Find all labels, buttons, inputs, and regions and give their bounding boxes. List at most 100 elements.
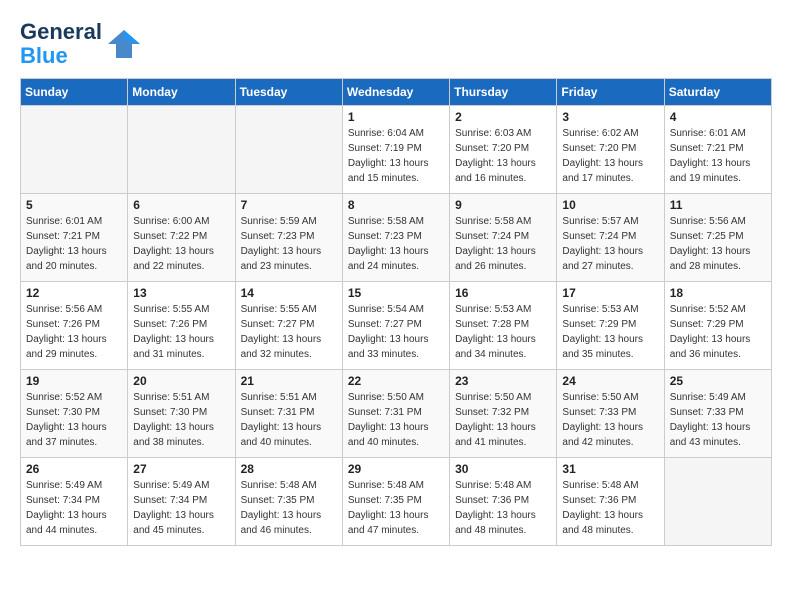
day-info: Sunrise: 5:52 AMSunset: 7:30 PMDaylight:… [26,390,122,450]
day-number: 26 [26,462,122,476]
calendar-cell: 2Sunrise: 6:03 AMSunset: 7:20 PMDaylight… [450,106,557,194]
day-number: 10 [562,198,658,212]
day-info: Sunrise: 5:59 AMSunset: 7:23 PMDaylight:… [241,214,337,274]
day-number: 27 [133,462,229,476]
header-row: SundayMondayTuesdayWednesdayThursdayFrid… [21,79,772,106]
day-number: 31 [562,462,658,476]
calendar-cell: 13 Sunrise: 5:55 AMSunset: 7:26 PMDayligh… [128,282,235,370]
day-number: 29 [348,462,444,476]
calendar-cell: 9 Sunrise: 5:58 AMSunset: 7:24 PMDaylight… [450,194,557,282]
logo-icon [106,26,142,62]
page-header: General Blue [20,20,772,68]
day-info: Sunrise: 5:49 AMSunset: 7:33 PMDaylight:… [670,390,766,450]
day-info: Sunrise: 5:52 AMSunset: 7:29 PMDaylight:… [670,302,766,362]
day-info: Sunrise: 6:04 AMSunset: 7:19 PMDaylight:… [348,126,444,186]
day-info: Sunrise: 5:55 AMSunset: 7:26 PMDaylight:… [133,302,229,362]
day-number: 18 [670,286,766,300]
day-info: Sunrise: 5:48 AMSunset: 7:35 PMDaylight:… [348,478,444,538]
day-info: Sunrise: 5:48 AMSunset: 7:36 PMDaylight:… [562,478,658,538]
day-header-saturday: Saturday [664,79,771,106]
day-info: Sunrise: 6:02 AMSunset: 7:20 PMDaylight:… [562,126,658,186]
day-header-monday: Monday [128,79,235,106]
day-number: 5 [26,198,122,212]
calendar-cell: 20 Sunrise: 5:51 AMSunset: 7:30 PMDayligh… [128,370,235,458]
day-number: 22 [348,374,444,388]
logo-text: General Blue [20,20,102,68]
week-row-4: 19 Sunrise: 5:52 AMSunset: 7:30 PMDayligh… [21,370,772,458]
day-number: 24 [562,374,658,388]
calendar-cell: 3Sunrise: 6:02 AMSunset: 7:20 PMDaylight… [557,106,664,194]
day-number: 17 [562,286,658,300]
day-info: Sunrise: 5:56 AMSunset: 7:26 PMDaylight:… [26,302,122,362]
day-number: 12 [26,286,122,300]
day-number: 8 [348,198,444,212]
day-info: Sunrise: 6:01 AMSunset: 7:21 PMDaylight:… [670,126,766,186]
day-number: 1 [348,110,444,124]
calendar-cell: 30 Sunrise: 5:48 AMSunset: 7:36 PMDayligh… [450,458,557,546]
calendar-cell: 16 Sunrise: 5:53 AMSunset: 7:28 PMDayligh… [450,282,557,370]
day-info: Sunrise: 5:51 AMSunset: 7:31 PMDaylight:… [241,390,337,450]
calendar-cell: 26 Sunrise: 5:49 AMSunset: 7:34 PMDayligh… [21,458,128,546]
calendar-cell: 11Sunrise: 5:56 AMSunset: 7:25 PMDayligh… [664,194,771,282]
day-header-sunday: Sunday [21,79,128,106]
day-number: 21 [241,374,337,388]
day-info: Sunrise: 6:01 AMSunset: 7:21 PMDaylight:… [26,214,122,274]
day-info: Sunrise: 5:49 AMSunset: 7:34 PMDaylight:… [133,478,229,538]
day-number: 16 [455,286,551,300]
calendar-cell: 5 Sunrise: 6:01 AMSunset: 7:21 PMDaylight… [21,194,128,282]
day-number: 23 [455,374,551,388]
calendar-cell: 8 Sunrise: 5:58 AMSunset: 7:23 PMDaylight… [342,194,449,282]
day-info: Sunrise: 5:56 AMSunset: 7:25 PMDaylight:… [670,214,766,274]
logo: General Blue [20,20,142,68]
calendar-cell: 17 Sunrise: 5:53 AMSunset: 7:29 PMDayligh… [557,282,664,370]
day-info: Sunrise: 5:58 AMSunset: 7:24 PMDaylight:… [455,214,551,274]
calendar-cell: 31 Sunrise: 5:48 AMSunset: 7:36 PMDayligh… [557,458,664,546]
day-number: 6 [133,198,229,212]
day-number: 9 [455,198,551,212]
calendar-cell: 21 Sunrise: 5:51 AMSunset: 7:31 PMDayligh… [235,370,342,458]
day-header-tuesday: Tuesday [235,79,342,106]
day-info: Sunrise: 5:51 AMSunset: 7:30 PMDaylight:… [133,390,229,450]
day-number: 2 [455,110,551,124]
day-info: Sunrise: 5:58 AMSunset: 7:23 PMDaylight:… [348,214,444,274]
day-number: 28 [241,462,337,476]
day-info: Sunrise: 5:53 AMSunset: 7:28 PMDaylight:… [455,302,551,362]
day-info: Sunrise: 5:50 AMSunset: 7:31 PMDaylight:… [348,390,444,450]
day-info: Sunrise: 5:48 AMSunset: 7:35 PMDaylight:… [241,478,337,538]
day-number: 13 [133,286,229,300]
calendar-cell: 23 Sunrise: 5:50 AMSunset: 7:32 PMDayligh… [450,370,557,458]
day-number: 7 [241,198,337,212]
calendar-table: SundayMondayTuesdayWednesdayThursdayFrid… [20,78,772,546]
day-info: Sunrise: 6:00 AMSunset: 7:22 PMDaylight:… [133,214,229,274]
calendar-cell: 18 Sunrise: 5:52 AMSunset: 7:29 PMDayligh… [664,282,771,370]
day-header-wednesday: Wednesday [342,79,449,106]
calendar-cell: 15 Sunrise: 5:54 AMSunset: 7:27 PMDayligh… [342,282,449,370]
day-info: Sunrise: 5:53 AMSunset: 7:29 PMDaylight:… [562,302,658,362]
day-info: Sunrise: 5:54 AMSunset: 7:27 PMDaylight:… [348,302,444,362]
day-info: Sunrise: 5:50 AMSunset: 7:32 PMDaylight:… [455,390,551,450]
calendar-cell: 24 Sunrise: 5:50 AMSunset: 7:33 PMDayligh… [557,370,664,458]
day-info: Sunrise: 5:49 AMSunset: 7:34 PMDaylight:… [26,478,122,538]
calendar-cell: 14Sunrise: 5:55 AMSunset: 7:27 PMDayligh… [235,282,342,370]
calendar-cell: 19 Sunrise: 5:52 AMSunset: 7:30 PMDayligh… [21,370,128,458]
calendar-cell [235,106,342,194]
calendar-cell: 28 Sunrise: 5:48 AMSunset: 7:35 PMDayligh… [235,458,342,546]
calendar-cell: 1 Sunrise: 6:04 AMSunset: 7:19 PMDaylight… [342,106,449,194]
week-row-2: 5 Sunrise: 6:01 AMSunset: 7:21 PMDaylight… [21,194,772,282]
day-number: 30 [455,462,551,476]
day-info: Sunrise: 5:48 AMSunset: 7:36 PMDaylight:… [455,478,551,538]
calendar-cell: 4 Sunrise: 6:01 AMSunset: 7:21 PMDaylight… [664,106,771,194]
day-info: Sunrise: 5:50 AMSunset: 7:33 PMDaylight:… [562,390,658,450]
calendar-cell: 27 Sunrise: 5:49 AMSunset: 7:34 PMDayligh… [128,458,235,546]
calendar-cell: 25 Sunrise: 5:49 AMSunset: 7:33 PMDayligh… [664,370,771,458]
day-number: 19 [26,374,122,388]
week-row-3: 12 Sunrise: 5:56 AMSunset: 7:26 PMDayligh… [21,282,772,370]
day-number: 4 [670,110,766,124]
calendar-cell: 29 Sunrise: 5:48 AMSunset: 7:35 PMDayligh… [342,458,449,546]
day-number: 25 [670,374,766,388]
day-number: 15 [348,286,444,300]
day-info: Sunrise: 5:57 AMSunset: 7:24 PMDaylight:… [562,214,658,274]
calendar-cell: 22 Sunrise: 5:50 AMSunset: 7:31 PMDayligh… [342,370,449,458]
calendar-cell: 10 Sunrise: 5:57 AMSunset: 7:24 PMDayligh… [557,194,664,282]
day-number: 20 [133,374,229,388]
